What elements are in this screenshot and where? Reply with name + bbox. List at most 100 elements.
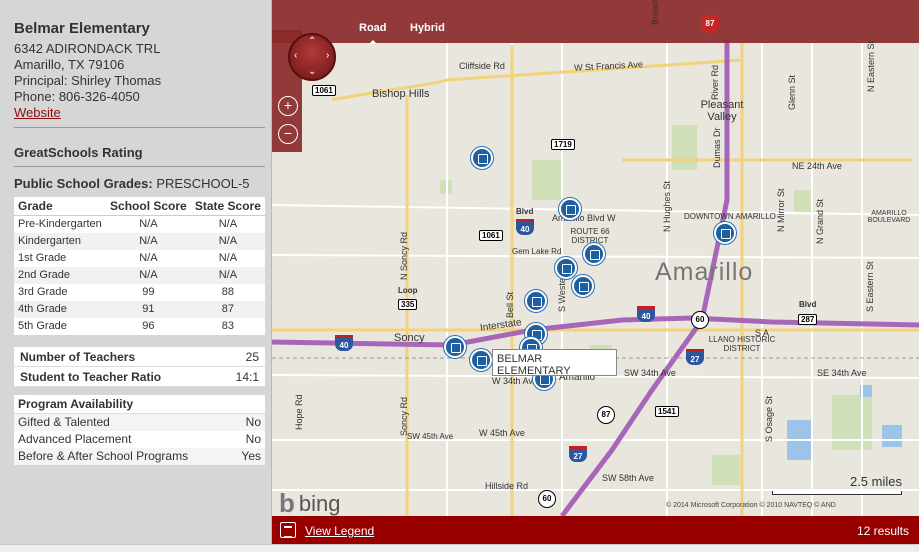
state-score-cell: N/A bbox=[190, 232, 265, 250]
program-label: Before & After School Programs bbox=[18, 448, 189, 463]
map-label: Soncy bbox=[394, 332, 425, 344]
map-label: S A bbox=[755, 328, 770, 338]
stat-label: Number of Teachers bbox=[20, 349, 136, 364]
school-pin[interactable] bbox=[470, 349, 492, 371]
road-shield: 1719 bbox=[551, 139, 575, 150]
table-row: Pre-Kindergarten N/A N/A bbox=[14, 216, 265, 233]
table-row: 3rd Grade 99 88 bbox=[14, 284, 265, 301]
map-label: Cliffside Rd bbox=[459, 61, 505, 71]
grades-table: Grade School Score State Score Pre-Kinde… bbox=[14, 197, 265, 335]
school-pin[interactable] bbox=[471, 147, 493, 169]
map-label: DOWNTOWN AMARILLO bbox=[684, 212, 776, 221]
map-label: NE 24th Ave bbox=[792, 161, 842, 171]
interstate-shield: 40 bbox=[335, 335, 353, 351]
school-pin[interactable] bbox=[444, 336, 466, 358]
map-label: Blvd bbox=[516, 207, 534, 216]
program-row: Advanced Placement No bbox=[14, 431, 265, 448]
bing-wordmark: bing bbox=[298, 490, 341, 516]
principal: Principal: Shirley Thomas bbox=[14, 73, 162, 88]
school-score-cell: 96 bbox=[142, 320, 155, 332]
map-label: River Rd bbox=[710, 64, 720, 100]
school-score-cell: 99 bbox=[142, 286, 155, 298]
col-grade: Grade bbox=[14, 197, 106, 216]
rating-title: GreatSchools Rating bbox=[14, 145, 143, 160]
grade-cell: Pre-Kindergarten bbox=[18, 218, 102, 231]
program-list: Gifted & Talented No Advanced Placement No… bbox=[14, 413, 265, 465]
map-label: SW 58th Ave bbox=[602, 473, 654, 483]
map-label: SW 45th Ave bbox=[407, 432, 454, 441]
bing-logo: b bing bbox=[279, 488, 340, 519]
school-pin[interactable] bbox=[555, 257, 577, 279]
map-label: N Mirror St bbox=[776, 188, 786, 233]
stat-value: 14:1 bbox=[235, 369, 259, 384]
road-shield: 1541 bbox=[655, 406, 679, 417]
map-label: Glenn St bbox=[787, 74, 797, 110]
school-score-cell: 91 bbox=[105, 300, 191, 318]
tab-hybrid[interactable]: Hybrid bbox=[410, 22, 445, 34]
state-score-cell: 87 bbox=[190, 300, 265, 318]
zoom-in-icon[interactable]: + bbox=[278, 96, 298, 116]
map-label: N Hughes St bbox=[662, 180, 672, 232]
program-row: Gifted & Talented No bbox=[14, 413, 265, 431]
program-row: Before & After School Programs Yes bbox=[14, 447, 265, 465]
grade-cell: 5th Grade bbox=[18, 320, 67, 332]
divider bbox=[14, 166, 265, 167]
school-pin[interactable] bbox=[572, 275, 594, 297]
school-pin[interactable] bbox=[525, 290, 547, 312]
zoom-out-icon[interactable]: − bbox=[278, 124, 298, 144]
map-label: S Eastern St bbox=[865, 261, 875, 312]
state-score-cell: N/A bbox=[218, 252, 238, 264]
tab-road[interactable]: Road bbox=[359, 22, 387, 44]
us-route-shield: 87 bbox=[701, 15, 719, 33]
pan-control[interactable]: ⌃ ⌄ ‹ › bbox=[288, 33, 336, 81]
program-value: No bbox=[245, 431, 261, 446]
interstate-shield: 27 bbox=[686, 349, 704, 365]
map-roads bbox=[272, 40, 919, 518]
divider bbox=[14, 127, 265, 128]
map-label: SE 34th Ave bbox=[817, 368, 867, 378]
map-label: Soncy Rd bbox=[399, 396, 409, 436]
map-label: N Soncy Rd bbox=[399, 231, 409, 280]
state-score-cell: N/A bbox=[190, 266, 265, 284]
map-label: Broadway bbox=[650, 0, 660, 25]
program-value: No bbox=[245, 414, 261, 429]
grade-cell: Kindergarten bbox=[14, 232, 106, 250]
map-label: N Eastern St bbox=[866, 40, 876, 92]
results-count: 12 results bbox=[856, 524, 909, 538]
scale-label: 2.5 miles bbox=[849, 474, 902, 489]
table-row: 4th Grade 91 87 bbox=[14, 300, 265, 318]
legend-icon[interactable] bbox=[280, 522, 296, 538]
road-shield: 1061 bbox=[479, 230, 503, 241]
interstate-shield: 40 bbox=[516, 219, 534, 235]
table-row: Kindergarten N/A N/A bbox=[14, 232, 265, 250]
map-label: Bishop Hills bbox=[372, 88, 430, 100]
school-score-cell: N/A bbox=[139, 252, 158, 264]
program-availability: Program Availability Gifted & Talented No… bbox=[14, 394, 265, 465]
table-row: 1st Grade N/A N/A bbox=[14, 250, 265, 267]
website-link[interactable]: Website bbox=[14, 105, 265, 121]
map-label: W 45th Ave bbox=[479, 428, 525, 438]
col-school-score: School Score bbox=[105, 197, 191, 216]
grades-label: Public School Grades: bbox=[14, 176, 153, 191]
grade-cell: 1st Grade bbox=[18, 252, 67, 264]
public-school-grades: Public School Grades: PRESCHOOL-5 bbox=[14, 176, 265, 191]
us-route-shield: 60 bbox=[538, 490, 556, 508]
table-row: 5th Grade 96 83 bbox=[14, 318, 265, 335]
school-pin[interactable] bbox=[714, 222, 736, 244]
school-name: Belmar Elementary bbox=[14, 20, 150, 37]
map-view[interactable]: Road Hybrid ⌃ ⌄ ‹ › + − Cliffside Rd W S… bbox=[272, 0, 919, 544]
program-label: Gifted & Talented bbox=[18, 414, 110, 429]
us-route-shield: 60 bbox=[691, 311, 709, 329]
address-line-2: Amarillo, TX 79106 bbox=[14, 57, 125, 72]
school-callout: BELMAR ELEMENTARY bbox=[492, 349, 617, 377]
scale-bar bbox=[772, 491, 902, 495]
school-pin[interactable] bbox=[559, 198, 581, 220]
table-row: 2nd Grade N/A N/A bbox=[14, 266, 265, 284]
state-score-cell: 83 bbox=[221, 320, 235, 332]
school-pin[interactable] bbox=[583, 243, 605, 265]
us-route-shield: 87 bbox=[597, 406, 615, 424]
map-label: S Osage St bbox=[764, 395, 774, 442]
interstate-shield: 40 bbox=[637, 306, 655, 322]
view-legend-link[interactable]: View Legend bbox=[305, 524, 374, 538]
address-line-1: 6342 ADIRONDACK TRL bbox=[14, 41, 161, 56]
